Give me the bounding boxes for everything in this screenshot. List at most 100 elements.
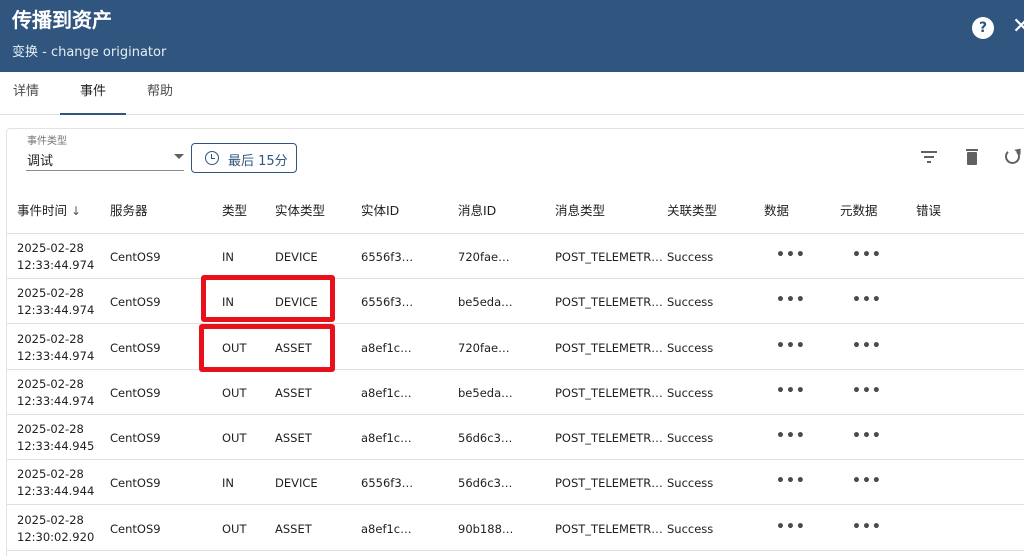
message-type-cell: POST_TELEMETR… — [555, 386, 663, 400]
event-time: 12:33:44.944 — [17, 484, 95, 498]
more-horiz-icon[interactable]: ••• — [776, 474, 806, 488]
relation-type-cell: Success — [667, 341, 714, 355]
tab-bar: 详情 事件 帮助 — [0, 72, 1024, 115]
message-id-cell: 56d6c3… — [458, 476, 513, 490]
type-cell: IN — [222, 250, 234, 264]
column-header-relation-type: 关联类型 — [667, 203, 718, 218]
event-type-value: 调试 — [27, 154, 54, 169]
relation-type-cell: Success — [667, 295, 714, 309]
event-type-select[interactable]: 调试 — [26, 146, 184, 171]
server-cell: CentOS9 — [110, 386, 161, 400]
more-horiz-icon[interactable]: ••• — [852, 248, 882, 262]
table-row: 2025-02-28 12:30:02.920 CentOS9 OUT ASSET a8e… — [6, 506, 1024, 551]
more-horiz-icon[interactable]: ••• — [776, 293, 806, 307]
more-horiz-icon[interactable]: ••• — [776, 248, 806, 262]
entity-id-cell: 6556f3… — [361, 295, 414, 309]
arrow-down-icon: ↓ — [71, 204, 82, 218]
column-header-entity-type: 实体类型 — [275, 203, 326, 218]
highlight-box — [199, 324, 335, 372]
message-type-cell: POST_TELEMETR… — [555, 295, 663, 309]
entity-id-cell: a8ef1c… — [361, 386, 412, 400]
highlight-box — [201, 275, 335, 322]
relation-type-cell: Success — [667, 476, 714, 490]
entity-id-cell: 6556f3… — [361, 476, 414, 490]
relation-type-cell: Success — [667, 250, 714, 264]
more-horiz-icon[interactable]: ••• — [852, 384, 882, 398]
more-horiz-icon[interactable]: ••• — [852, 474, 882, 488]
table-row: 2025-02-28 12:33:44.945 CentOS9 OUT ASSET a8e… — [6, 415, 1024, 460]
server-cell: CentOS9 — [110, 295, 161, 309]
event-time-cell: 2025-02-28 12:33:44.944 — [17, 466, 94, 500]
dialog-subtitle: 变换 - change originator — [12, 45, 167, 60]
clock-icon — [205, 151, 219, 165]
tab-details[interactable]: 详情 — [0, 72, 52, 115]
type-cell: OUT — [222, 431, 247, 445]
relation-type-cell: Success — [667, 431, 714, 445]
more-horiz-icon[interactable]: ••• — [776, 520, 806, 534]
more-horiz-icon[interactable]: ••• — [776, 384, 806, 398]
refresh-icon[interactable] — [1002, 146, 1024, 168]
message-id-cell: 90b188… — [458, 522, 514, 536]
event-time-cell: 2025-02-28 12:33:44.974 — [17, 331, 94, 365]
event-time-cell: 2025-02-28 12:33:44.945 — [17, 421, 94, 455]
event-time: 12:33:44.974 — [17, 258, 95, 272]
message-id-cell: 720fae… — [458, 341, 510, 355]
more-horiz-icon[interactable]: ••• — [852, 339, 882, 353]
caret-down-icon — [174, 154, 184, 159]
server-cell: CentOS9 — [110, 476, 161, 490]
message-type-cell: POST_TELEMETR… — [555, 522, 663, 536]
close-icon[interactable]: ✕ — [1012, 14, 1024, 40]
entity-type-cell: ASSET — [275, 522, 312, 536]
time-window-button[interactable]: 最后 15分 — [191, 143, 297, 173]
entity-type-cell: ASSET — [275, 431, 312, 445]
type-cell: OUT — [222, 386, 247, 400]
relation-type-cell: Success — [667, 522, 714, 536]
column-header-server: 服务器 — [110, 203, 148, 218]
event-date: 2025-02-28 — [17, 332, 84, 346]
event-time: 12:33:44.945 — [17, 439, 95, 453]
trash-icon[interactable] — [960, 146, 982, 168]
message-type-cell: POST_TELEMETR… — [555, 250, 663, 264]
event-time: 12:33:44.974 — [17, 303, 95, 317]
event-date: 2025-02-28 — [17, 241, 84, 255]
entity-id-cell: 6556f3… — [361, 250, 414, 264]
relation-type-cell: Success — [667, 386, 714, 400]
dialog-title: 传播到资产 — [12, 8, 112, 32]
event-time: 12:33:44.974 — [17, 349, 95, 363]
tab-events[interactable]: 事件 — [60, 72, 126, 115]
filter-list-icon[interactable] — [918, 146, 940, 168]
event-type-label: 事件类型 — [27, 136, 67, 147]
more-horiz-icon[interactable]: ••• — [852, 429, 882, 443]
entity-id-cell: a8ef1c… — [361, 431, 412, 445]
more-horiz-icon[interactable]: ••• — [776, 429, 806, 443]
message-id-cell: be5eda… — [458, 295, 513, 309]
event-date: 2025-02-28 — [17, 467, 84, 481]
time-window-label: 最后 15分 — [228, 154, 288, 169]
more-horiz-icon[interactable]: ••• — [852, 520, 882, 534]
table-row: 2025-02-28 12:33:44.974 CentOS9 OUT ASSET a8e… — [6, 370, 1024, 415]
type-cell: OUT — [222, 522, 247, 536]
event-date: 2025-02-28 — [17, 422, 84, 436]
more-horiz-icon[interactable]: ••• — [852, 293, 882, 307]
help-icon[interactable]: ? — [972, 17, 994, 39]
event-time: 12:33:44.974 — [17, 394, 95, 408]
message-id-cell: 56d6c3… — [458, 431, 513, 445]
table-row: 2025-02-28 12:33:44.974 CentOS9 IN DEVICE 655… — [6, 234, 1024, 279]
more-horiz-icon[interactable]: ••• — [776, 339, 806, 353]
column-header-message-id: 消息ID — [458, 203, 497, 218]
event-time-cell: 2025-02-28 12:33:44.974 — [17, 285, 94, 319]
type-cell: IN — [222, 476, 234, 490]
message-id-cell: 720fae… — [458, 250, 510, 264]
event-date: 2025-02-28 — [17, 377, 84, 391]
entity-id-cell: a8ef1c… — [361, 341, 412, 355]
table-row: 2025-02-28 12:33:44.974 CentOS9 OUT ASSET a8e… — [6, 325, 1024, 370]
table-row: 2025-02-28 12:33:44.944 CentOS9 IN DEVICE 655… — [6, 460, 1024, 505]
event-time-cell: 2025-02-28 12:30:02.920 — [17, 512, 94, 546]
table-row: 2025-02-28 12:33:44.974 CentOS9 IN DEVICE 655… — [6, 279, 1024, 324]
column-header-error: 错误 — [916, 203, 942, 218]
column-header-event-time[interactable]: 事件时间 ↓ — [17, 200, 81, 219]
column-header-data: 数据 — [764, 203, 790, 218]
message-type-cell: POST_TELEMETR… — [555, 431, 663, 445]
message-type-cell: POST_TELEMETR… — [555, 341, 663, 355]
tab-help[interactable]: 帮助 — [134, 72, 186, 115]
